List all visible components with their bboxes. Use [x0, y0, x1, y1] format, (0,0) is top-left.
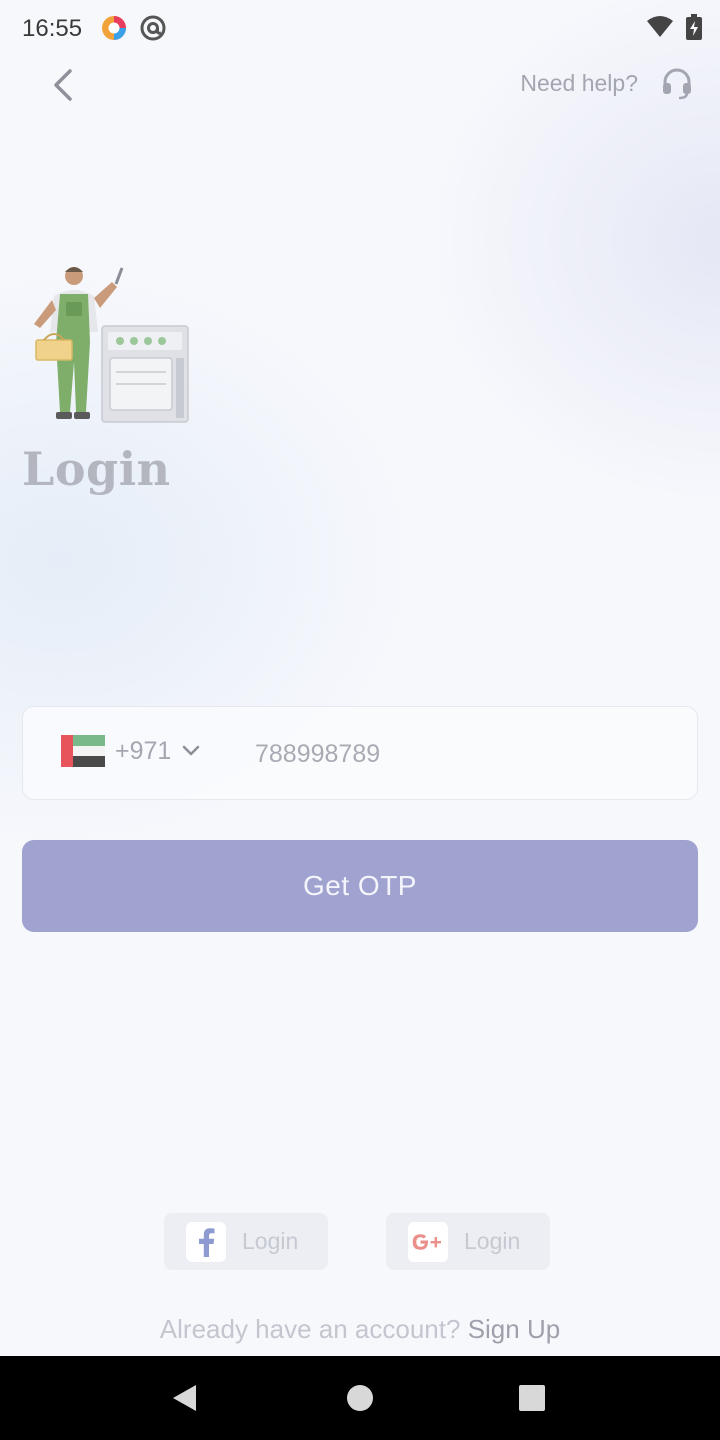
facebook-login-button[interactable]: Login	[164, 1213, 328, 1270]
nav-back-icon	[173, 1385, 196, 1411]
nav-recents-button[interactable]	[490, 1356, 574, 1440]
uae-flag-icon	[61, 735, 105, 767]
get-otp-button[interactable]: Get OTP	[22, 840, 698, 932]
country-code-picker[interactable]: +971	[61, 735, 201, 767]
colorful-circle-app-icon	[102, 16, 126, 40]
country-code-label: +971	[115, 736, 172, 765]
account-prompt-text: Already have an account?	[159, 1314, 461, 1344]
status-bar: 16:55	[0, 0, 720, 56]
signup-prompt: Already have an account? Sign Up	[0, 1314, 720, 1345]
need-help-label: Need help?	[520, 69, 638, 96]
battery-charging-icon	[686, 14, 702, 40]
phone-number-input[interactable]	[255, 727, 675, 781]
nav-home-button[interactable]	[318, 1356, 402, 1440]
at-sign-app-icon	[140, 15, 166, 41]
facebook-icon-box	[186, 1221, 226, 1262]
nav-home-icon	[347, 1385, 373, 1411]
google-plus-icon	[412, 1233, 441, 1250]
login-screen: 16:55 Need help? Login +971 788998789 Ge…	[0, 0, 720, 1356]
facebook-icon	[199, 1227, 215, 1257]
page-title: Login	[22, 442, 171, 496]
status-time: 16:55	[22, 15, 83, 42]
back-button[interactable]	[40, 62, 86, 108]
phone-input-container: +971	[22, 706, 698, 800]
headset-icon	[663, 68, 691, 100]
chevron-left-icon	[54, 69, 72, 101]
nav-recents-icon	[519, 1385, 545, 1411]
chevron-down-icon	[183, 745, 200, 756]
google-login-label: Login	[464, 1228, 521, 1254]
facebook-login-label: Login	[242, 1228, 299, 1254]
need-help-button[interactable]: Need help?	[520, 66, 694, 100]
sign-up-link[interactable]: Sign Up	[468, 1314, 561, 1344]
nav-back-button[interactable]	[142, 1356, 226, 1440]
wifi-icon	[647, 16, 673, 37]
system-navigation-bar	[0, 1356, 720, 1440]
handyman-with-stove-illustration	[34, 267, 189, 423]
google-plus-icon-box	[408, 1221, 448, 1262]
status-system-icons	[646, 14, 702, 40]
google-login-button[interactable]: Login	[386, 1213, 550, 1270]
